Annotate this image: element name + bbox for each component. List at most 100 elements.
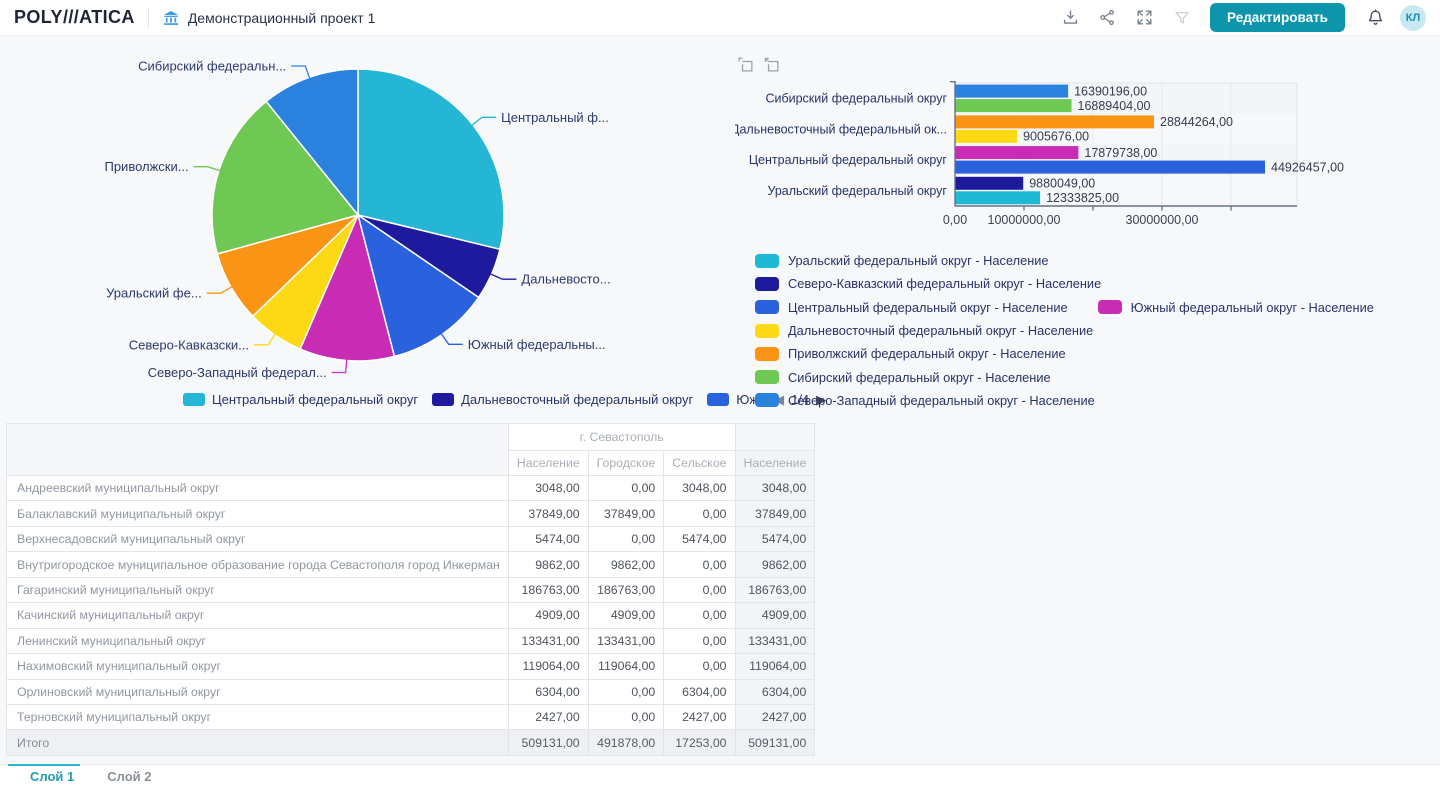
bar-legend-item[interactable]: Приволжский федеральный округ - Населени… [755, 346, 1066, 361]
data-cell[interactable]: 6304,00 [508, 679, 588, 704]
data-cell[interactable]: 186763,00 [508, 577, 588, 602]
data-cell[interactable]: 0,00 [588, 526, 664, 551]
data-cell[interactable]: 4909,00 [588, 603, 664, 628]
fullscreen-icon[interactable] [1126, 0, 1163, 36]
bar-7[interactable] [955, 191, 1040, 204]
data-cell[interactable]: 0,00 [588, 704, 664, 729]
table-column-header-0[interactable]: Население [508, 451, 588, 476]
tab-layer-1[interactable]: Слой 1 [30, 769, 74, 784]
legend-label: Южный федеральный округ - Население [1131, 300, 1374, 315]
data-cell[interactable]: 5474,00 [508, 526, 588, 551]
bar-6[interactable] [955, 177, 1023, 190]
data-cell[interactable]: 133431,00 [588, 628, 664, 653]
data-cell[interactable]: 9862,00 [588, 552, 664, 577]
data-cell[interactable]: 5474,00 [735, 526, 815, 551]
data-cell[interactable]: 37849,00 [508, 501, 588, 526]
legend-row: Северо-Кавказский федеральный округ - На… [755, 272, 1374, 295]
data-cell[interactable]: 37849,00 [735, 501, 815, 526]
bar-5[interactable] [955, 161, 1265, 174]
data-cell[interactable]: 0,00 [664, 552, 735, 577]
data-cell[interactable]: 6304,00 [735, 679, 815, 704]
pie-slice-label: Южный федеральны... [468, 337, 606, 352]
data-cell[interactable]: 37849,00 [588, 501, 664, 526]
table-column-header-2[interactable]: Сельское [664, 451, 735, 476]
bar-legend-item[interactable]: Южный федеральный округ - Население [1098, 300, 1374, 315]
data-cell[interactable]: 9862,00 [735, 552, 815, 577]
bar-legend-item[interactable]: Центральный федеральный округ - Населени… [755, 300, 1068, 315]
data-cell[interactable]: 6304,00 [664, 679, 735, 704]
row-header-cell[interactable]: Орлиновский муниципальный округ [7, 679, 509, 704]
bell-icon[interactable] [1357, 0, 1394, 36]
data-cell[interactable]: 2427,00 [664, 704, 735, 729]
bar-legend-item[interactable]: Северо-Кавказский федеральный округ - На… [755, 276, 1101, 291]
bar-1[interactable] [955, 99, 1072, 112]
data-cell[interactable]: 3048,00 [735, 476, 815, 501]
edit-button[interactable]: Редактировать [1210, 3, 1345, 32]
data-cell[interactable]: 17253,00 [664, 730, 735, 755]
data-cell[interactable]: 4909,00 [508, 603, 588, 628]
data-cell[interactable]: 0,00 [588, 476, 664, 501]
row-header-cell[interactable]: Верхнесадовский муниципальный округ [7, 526, 509, 551]
data-cell[interactable]: 0,00 [664, 603, 735, 628]
table-row: Балаклавский муниципальный округ37849,00… [7, 501, 815, 526]
bar-legend-item[interactable]: Уральский федеральный округ - Население [755, 253, 1049, 268]
data-cell[interactable]: 5474,00 [664, 526, 735, 551]
data-cell[interactable]: 119064,00 [588, 654, 664, 679]
data-cell[interactable]: 2427,00 [508, 704, 588, 729]
data-cell[interactable]: 0,00 [664, 628, 735, 653]
table-group-header[interactable]: г. Севастополь [508, 424, 735, 451]
bar-2[interactable] [955, 115, 1154, 128]
bar-legend-item[interactable]: Дальневосточный федеральный округ - Насе… [755, 323, 1093, 338]
pie-legend-item-1[interactable]: Дальневосточный федеральный округ [432, 392, 693, 407]
row-header-cell[interactable]: Ленинский муниципальный округ [7, 628, 509, 653]
row-header-cell[interactable]: Нахимовский муниципальный округ [7, 654, 509, 679]
legend-swatch [755, 277, 779, 291]
pie-slice-label: Центральный ф... [501, 110, 609, 125]
bar-4[interactable] [955, 146, 1078, 159]
row-header-cell[interactable]: Терновский муниципальный округ [7, 704, 509, 729]
bar-legend-item[interactable]: Северо-Западный федеральный округ - Насе… [755, 393, 1095, 408]
data-cell[interactable]: 119064,00 [735, 654, 815, 679]
pie-leader-line [441, 333, 463, 344]
select-area-icon[interactable] [737, 56, 754, 73]
data-cell[interactable]: 119064,00 [508, 654, 588, 679]
legend-swatch [707, 393, 729, 406]
bar-0[interactable] [955, 85, 1068, 98]
data-cell[interactable]: 0,00 [664, 501, 735, 526]
data-cell[interactable]: 0,00 [664, 577, 735, 602]
data-cell[interactable]: 0,00 [664, 654, 735, 679]
pie-legend-item-2[interactable]: Юж [707, 392, 758, 407]
data-cell[interactable]: 509131,00 [508, 730, 588, 755]
row-header-cell[interactable]: Качинский муниципальный округ [7, 603, 509, 628]
row-header-cell[interactable]: Гагаринский муниципальный округ [7, 577, 509, 602]
row-header-cell[interactable]: Итого [7, 730, 509, 755]
share-icon[interactable] [1089, 0, 1126, 36]
data-cell[interactable]: 3048,00 [508, 476, 588, 501]
download-icon[interactable] [1052, 0, 1089, 36]
table-column-header-1[interactable]: Городское [588, 451, 664, 476]
data-cell[interactable]: 491878,00 [588, 730, 664, 755]
reset-zoom-icon[interactable] [763, 56, 780, 73]
tab-layer-2[interactable]: Слой 2 [107, 769, 151, 784]
data-cell[interactable]: 3048,00 [664, 476, 735, 501]
data-cell[interactable]: 186763,00 [735, 577, 815, 602]
bar-legend-item[interactable]: Сибирский федеральный округ - Население [755, 370, 1051, 385]
row-header-cell[interactable]: Внутригородское муниципальное образовани… [7, 552, 509, 577]
row-header-cell[interactable]: Балаклавский муниципальный округ [7, 501, 509, 526]
bar-3[interactable] [955, 130, 1017, 143]
legend-swatch [755, 347, 779, 361]
data-cell[interactable]: 2427,00 [735, 704, 815, 729]
data-cell[interactable]: 4909,00 [735, 603, 815, 628]
data-cell[interactable]: 133431,00 [735, 628, 815, 653]
pie-legend-item-0[interactable]: Центральный федеральный округ [183, 392, 418, 407]
table-column-header-3[interactable]: Население [735, 451, 815, 476]
data-cell[interactable]: 9862,00 [508, 552, 588, 577]
legend-swatch [183, 393, 205, 406]
data-cell[interactable]: 0,00 [588, 679, 664, 704]
filter-icon[interactable] [1163, 0, 1200, 36]
user-avatar[interactable]: КЛ [1400, 5, 1426, 31]
data-cell[interactable]: 186763,00 [588, 577, 664, 602]
row-header-cell[interactable]: Андреевский муниципальный округ [7, 476, 509, 501]
data-cell[interactable]: 509131,00 [735, 730, 815, 755]
data-cell[interactable]: 133431,00 [508, 628, 588, 653]
